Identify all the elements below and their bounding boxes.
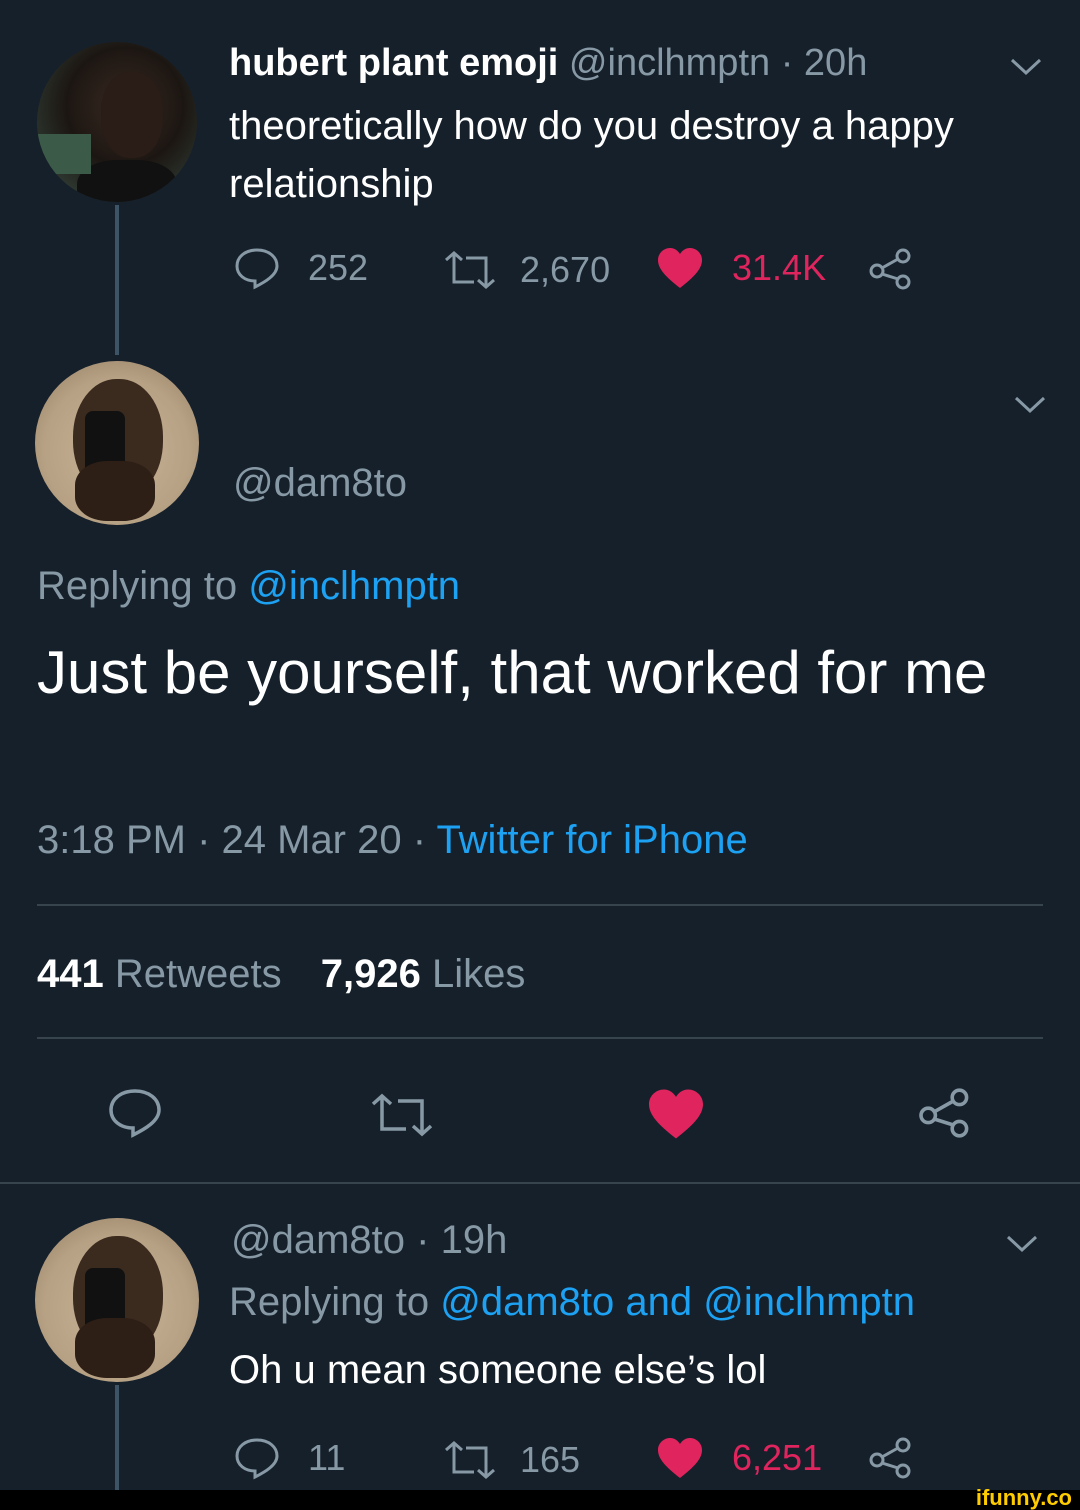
main-tweet-text: Just be yourself, that worked for me xyxy=(37,639,988,706)
thread-line xyxy=(115,205,119,355)
display-name[interactable]: hubert plant emoji xyxy=(229,42,558,84)
share-button[interactable] xyxy=(915,1085,975,1146)
like-count: 6,251 xyxy=(732,1437,823,1478)
reply-action[interactable]: 252 xyxy=(233,246,368,290)
replying-to: Replying to @dam8to and @inclhmptn xyxy=(229,1277,915,1327)
engagement-stats: 441 Retweets 7,926 Likes xyxy=(37,949,525,999)
heart-icon xyxy=(656,1436,704,1480)
likes-count: 7,926 xyxy=(320,952,421,996)
share-icon xyxy=(915,1088,975,1145)
reply-action[interactable]: 11 xyxy=(233,1436,345,1480)
reply-count: 252 xyxy=(308,247,369,288)
share-icon[interactable] xyxy=(866,248,916,295)
replying-handles[interactable]: @dam8to and @inclhmptn xyxy=(440,1280,915,1324)
retweet-count: 2,670 xyxy=(520,249,611,290)
avatar-dam8to[interactable] xyxy=(35,361,199,525)
avatar-shirt xyxy=(77,160,177,202)
like-button[interactable] xyxy=(645,1087,707,1146)
retweet-button[interactable] xyxy=(368,1092,436,1143)
timestamp[interactable]: 3:18 PM · 24 Mar 20 · xyxy=(37,818,426,862)
watermark: ifunny.co xyxy=(975,1485,1072,1510)
reply-icon xyxy=(106,1089,164,1143)
likes-stat[interactable]: 7,926 Likes xyxy=(321,952,526,996)
retweet-action[interactable]: 2,670 xyxy=(442,249,610,291)
reply-count: 11 xyxy=(308,1437,346,1478)
tweet3-header: @dam8to · 19h xyxy=(231,1216,507,1264)
retweets-count: 441 xyxy=(37,952,104,996)
replying-to: Replying to @inclhmptn xyxy=(37,562,460,610)
handle[interactable]: @inclhmptn xyxy=(569,42,770,84)
separator: · xyxy=(416,1218,430,1262)
avatar-hand xyxy=(75,1318,155,1378)
retweet-action[interactable]: 165 xyxy=(442,1439,580,1481)
avatar-sign xyxy=(37,134,91,174)
avatar-face xyxy=(101,72,163,158)
divider xyxy=(37,904,1043,906)
handle[interactable]: @dam8to xyxy=(233,459,407,507)
tweet1-header: hubert plant emoji @inclhmptn · 20h xyxy=(229,40,867,86)
separator: · xyxy=(780,42,794,84)
heart-icon xyxy=(645,1089,707,1145)
divider xyxy=(0,1182,1080,1184)
timestamp[interactable]: 20h xyxy=(804,42,867,84)
replying-handle[interactable]: @inclhmptn xyxy=(248,564,460,608)
avatar-dam8to[interactable] xyxy=(35,1218,199,1382)
like-action[interactable]: 6,251 xyxy=(656,1436,822,1480)
reply-icon xyxy=(233,1436,281,1480)
retweet-icon xyxy=(368,1093,436,1142)
retweet-icon xyxy=(442,1440,498,1480)
source-link[interactable]: Twitter for iPhone xyxy=(436,818,747,862)
divider xyxy=(37,1037,1043,1039)
reply-button[interactable] xyxy=(106,1087,164,1144)
like-action[interactable]: 31.4K xyxy=(656,246,826,290)
share-icon[interactable] xyxy=(866,1437,916,1484)
avatar-inclhmptn[interactable] xyxy=(37,42,197,202)
likes-label: Likes xyxy=(431,952,526,996)
watermark-bar xyxy=(0,1490,1080,1510)
retweet-icon xyxy=(442,250,498,290)
replying-prefix: Replying to xyxy=(37,564,238,608)
like-count: 31.4K xyxy=(732,247,827,288)
reply-icon xyxy=(233,246,281,290)
retweet-count: 165 xyxy=(520,1439,581,1480)
heart-icon xyxy=(656,246,704,290)
tweet-text: theoretically how do you destroy a happy… xyxy=(229,104,954,206)
chevron-down-icon[interactable] xyxy=(1012,394,1048,416)
tweet-text: Oh u mean someone else’s lol xyxy=(229,1348,767,1392)
chevron-down-icon[interactable] xyxy=(1004,1233,1040,1255)
handle[interactable]: @dam8to xyxy=(231,1218,405,1262)
retweets-label: Retweets xyxy=(114,952,282,996)
retweets-stat[interactable]: 441 Retweets xyxy=(37,952,293,996)
replying-prefix: Replying to xyxy=(229,1280,430,1324)
tweet-meta: 3:18 PM · 24 Mar 20 · Twitter for iPhone xyxy=(37,815,748,865)
chevron-down-icon[interactable] xyxy=(1008,56,1044,78)
timestamp[interactable]: 19h xyxy=(441,1218,508,1262)
thread-line xyxy=(115,1385,119,1495)
avatar-hand xyxy=(75,461,155,521)
